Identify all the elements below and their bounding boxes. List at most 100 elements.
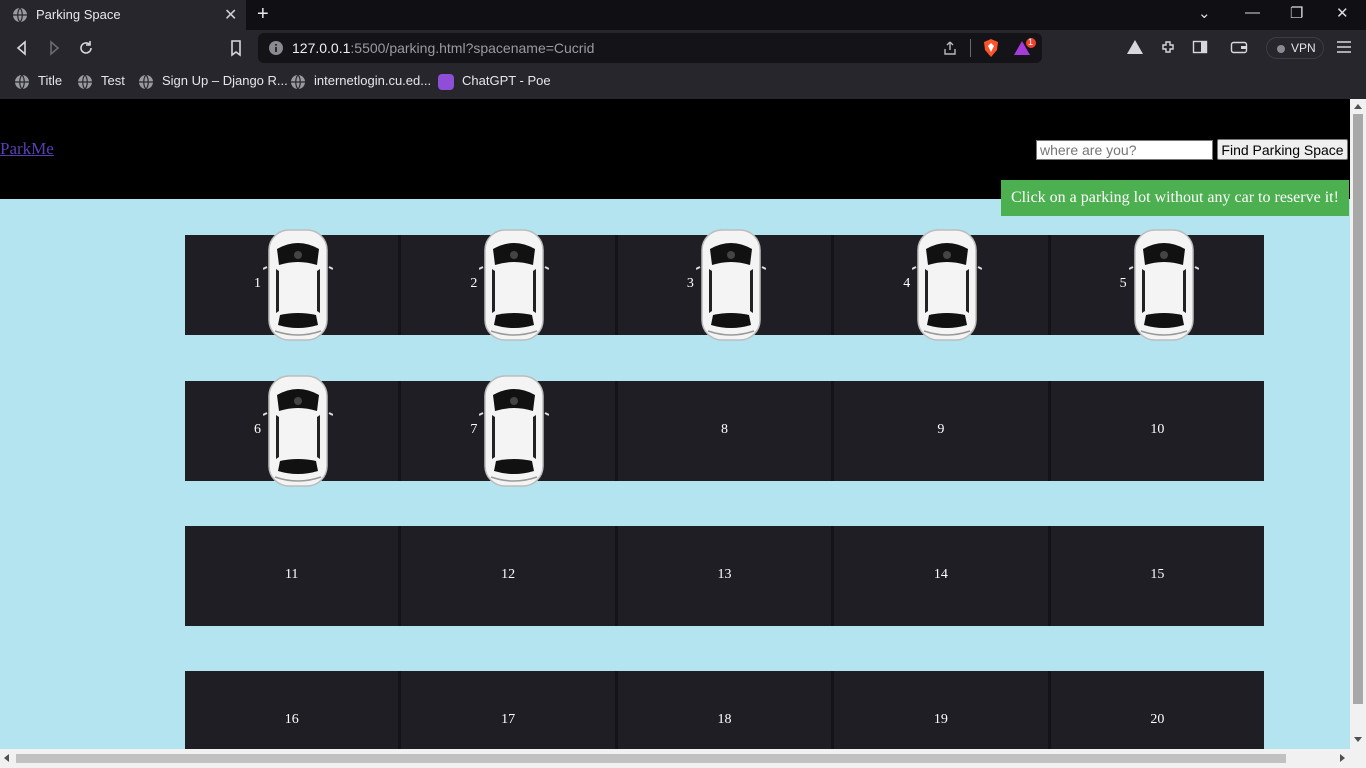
lot-number: 2 bbox=[470, 276, 478, 291]
lot-number: 12 bbox=[501, 567, 516, 582]
globe-icon bbox=[15, 74, 29, 90]
scroll-left-icon[interactable] bbox=[4, 754, 9, 762]
parking-lot-16[interactable]: 16 bbox=[185, 671, 402, 749]
parking-lot-14[interactable]: 14 bbox=[834, 526, 1051, 626]
logo-link[interactable]: ParkMe bbox=[0, 139, 54, 159]
menu-icon[interactable] bbox=[1336, 39, 1352, 55]
lot-number: 3 bbox=[686, 276, 694, 291]
bookmark-label: Test bbox=[101, 73, 125, 88]
car-icon bbox=[911, 227, 983, 343]
vpn-button[interactable]: VPN bbox=[1266, 37, 1324, 59]
search-input[interactable] bbox=[1036, 140, 1213, 160]
bookmark-label: Sign Up – Django R... bbox=[162, 73, 288, 88]
parking-lot-6[interactable]: 6 bbox=[185, 375, 402, 487]
bookmark-label: ChatGPT - Poe bbox=[462, 73, 551, 88]
back-icon[interactable] bbox=[12, 38, 32, 58]
car-icon bbox=[262, 373, 334, 489]
brave-shield-icon[interactable] bbox=[982, 38, 1000, 58]
scrollbar-thumb[interactable] bbox=[1353, 114, 1363, 704]
scrollbar-thumb[interactable] bbox=[16, 754, 1286, 763]
bookmark-label: Title bbox=[38, 73, 63, 88]
lot-number: 16 bbox=[284, 712, 299, 727]
lot-number: 7 bbox=[470, 422, 478, 437]
parking-lot-8[interactable]: 8 bbox=[618, 381, 835, 481]
car-icon bbox=[695, 227, 767, 343]
lot-number: 20 bbox=[1150, 712, 1165, 727]
find-parking-button[interactable]: Find Parking Space bbox=[1217, 139, 1348, 160]
chevron-down-icon[interactable]: ⌄ bbox=[1198, 4, 1211, 22]
parking-lot-7[interactable]: 7 bbox=[401, 375, 618, 487]
parking-row: 1 2 3 4 5 bbox=[185, 229, 1264, 341]
car-icon bbox=[478, 373, 550, 489]
parking-lot-2[interactable]: 2 bbox=[401, 229, 618, 341]
share-icon[interactable] bbox=[942, 40, 958, 56]
url-text: 127.0.0.1:5500/parking.html?spacename=Cu… bbox=[292, 40, 594, 56]
tab-title: Parking Space bbox=[36, 7, 121, 22]
lot-number: 15 bbox=[1150, 567, 1165, 582]
lot-number: 14 bbox=[933, 567, 948, 582]
sidebar-icon[interactable] bbox=[1192, 39, 1208, 55]
parking-lot-20[interactable]: 20 bbox=[1051, 671, 1264, 749]
parking-lot-9[interactable]: 9 bbox=[834, 381, 1051, 481]
globe-icon bbox=[139, 74, 153, 90]
lot-number: 11 bbox=[284, 567, 299, 582]
parking-lot-15[interactable]: 15 bbox=[1051, 526, 1264, 626]
bookmarks-bar: Title Test Sign Up – Django R... interne… bbox=[0, 66, 1366, 99]
vpn-label: VPN bbox=[1291, 41, 1316, 55]
lot-number: 8 bbox=[721, 422, 729, 437]
lot-number: 13 bbox=[717, 567, 732, 582]
vpn-status-icon bbox=[1277, 45, 1285, 53]
car-icon bbox=[262, 227, 334, 343]
close-icon[interactable]: ✕ bbox=[224, 5, 237, 25]
url-divider bbox=[970, 39, 971, 57]
parking-lot-18[interactable]: 18 bbox=[618, 671, 835, 749]
extensions-icon[interactable] bbox=[1160, 39, 1176, 55]
lot-number: 10 bbox=[1150, 422, 1165, 437]
browser-tab[interactable]: Parking Space ✕ bbox=[0, 0, 246, 30]
lot-number: 17 bbox=[501, 712, 516, 727]
parking-lot-1[interactable]: 1 bbox=[185, 229, 402, 341]
parking-lot-3[interactable]: 3 bbox=[618, 229, 835, 341]
page-viewport: ParkMe Find Parking Space Click on a par… bbox=[0, 99, 1350, 749]
rewards-badge: 1 bbox=[1028, 37, 1034, 47]
parking-lot-13[interactable]: 13 bbox=[618, 526, 835, 626]
scroll-down-icon[interactable] bbox=[1354, 737, 1362, 742]
scroll-right-icon[interactable] bbox=[1340, 754, 1345, 762]
browser-toolbar: 127.0.0.1:5500/parking.html?spacename=Cu… bbox=[0, 30, 1366, 66]
parking-lot-4[interactable]: 4 bbox=[834, 229, 1051, 341]
globe-icon bbox=[78, 74, 92, 90]
parking-lot-11[interactable]: 11 bbox=[185, 526, 402, 626]
car-icon bbox=[1128, 227, 1200, 343]
minimize-icon[interactable]: — bbox=[1245, 4, 1260, 21]
scroll-up-icon[interactable] bbox=[1354, 104, 1362, 109]
parking-lot-5[interactable]: 5 bbox=[1051, 229, 1264, 341]
url-host: 127.0.0.1 bbox=[292, 40, 351, 56]
reserve-notice: Click on a parking lot without any car t… bbox=[1001, 180, 1349, 216]
poe-icon bbox=[438, 74, 454, 90]
vertical-scrollbar[interactable] bbox=[1350, 99, 1366, 749]
plus-icon[interactable]: + bbox=[257, 3, 269, 26]
parking-lot-19[interactable]: 19 bbox=[834, 671, 1051, 749]
lot-number: 9 bbox=[937, 422, 945, 437]
lot-number: 1 bbox=[254, 276, 261, 291]
forward-icon[interactable] bbox=[44, 38, 64, 58]
window-close-icon[interactable]: ✕ bbox=[1336, 4, 1349, 22]
reload-icon[interactable] bbox=[76, 38, 96, 58]
brave-rewards-icon[interactable] bbox=[1012, 38, 1038, 58]
url-path: :5500/parking.html?spacename=Cucrid bbox=[350, 40, 595, 56]
address-bar[interactable]: 127.0.0.1:5500/parking.html?spacename=Cu… bbox=[258, 33, 1042, 63]
lot-number: 18 bbox=[717, 712, 732, 727]
parking-lot-10[interactable]: 10 bbox=[1051, 381, 1264, 481]
wallet-icon[interactable] bbox=[1230, 39, 1248, 55]
bookmark-icon[interactable] bbox=[226, 38, 246, 58]
parking-lot-17[interactable]: 17 bbox=[401, 671, 618, 749]
bookmark-label: internetlogin.cu.ed... bbox=[314, 73, 432, 88]
restore-icon[interactable]: ❐ bbox=[1290, 4, 1303, 22]
parking-lot-12[interactable]: 12 bbox=[401, 526, 618, 626]
horizontal-scrollbar[interactable] bbox=[0, 749, 1366, 768]
lot-number: 5 bbox=[1119, 276, 1127, 291]
tab-strip: Parking Space ✕ + ⌄ — ❐ ✕ bbox=[0, 0, 1366, 30]
leo-icon[interactable] bbox=[1126, 39, 1144, 55]
info-icon[interactable] bbox=[268, 40, 284, 56]
lot-number: 6 bbox=[254, 422, 261, 437]
